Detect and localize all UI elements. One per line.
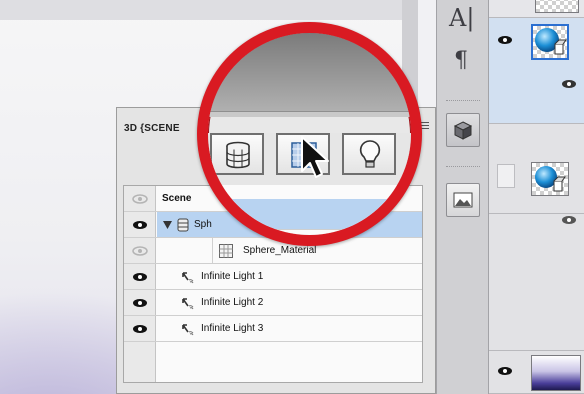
layers-panel	[489, 0, 584, 394]
visibility-toggle[interactable]	[124, 186, 156, 211]
light-label: Infinite Light 3	[201, 323, 264, 334]
expand-triangle-icon[interactable]	[163, 221, 172, 229]
layer-row[interactable]	[489, 0, 584, 18]
visibility-toggle[interactable]	[124, 212, 156, 237]
light-label: Infinite Light 1	[201, 271, 264, 282]
filter-lights-button[interactable]	[342, 133, 396, 175]
magnified-panel-header	[208, 33, 411, 117]
dock-grip[interactable]	[446, 100, 480, 101]
landscape-image-icon	[453, 192, 473, 208]
3d-panel-button[interactable]	[446, 113, 480, 147]
infinite-light-icon	[182, 298, 194, 310]
eye-icon	[133, 299, 147, 307]
eye-icon	[133, 325, 147, 333]
visibility-toggle-empty[interactable]	[497, 164, 515, 188]
eye-icon-dimmed	[132, 246, 148, 256]
sphere-thumbnail-icon	[535, 28, 567, 55]
character-panel-icon[interactable]: A|	[449, 4, 474, 32]
eye-icon[interactable]	[497, 34, 513, 46]
infinite-light-icon	[182, 272, 194, 284]
dock-grip[interactable]	[446, 166, 480, 167]
scene-filter-icon	[226, 141, 250, 169]
3d-layer-thumbnail	[531, 162, 569, 196]
empty-eye-column	[124, 342, 156, 382]
eye-icon-dimmed	[132, 194, 148, 204]
light-filter-icon	[359, 140, 381, 168]
light-row-2[interactable]: Infinite Light 2	[124, 290, 422, 316]
3d-cube-icon	[453, 121, 473, 140]
layer-row[interactable]	[489, 158, 584, 224]
panel-title: 3D {SCENE	[124, 123, 180, 134]
eye-icon	[133, 221, 147, 229]
visibility-toggle[interactable]	[124, 316, 156, 341]
canvas-top-band	[0, 0, 418, 20]
layer-row-3d-selected[interactable]	[489, 18, 584, 124]
panel-dock-strip: A| ¶	[436, 0, 489, 394]
eye-icon[interactable]	[561, 78, 577, 90]
visibility-toggle[interactable]	[124, 290, 156, 315]
material-icon	[219, 244, 233, 258]
infinite-light-icon	[182, 324, 194, 336]
3d-layer-thumbnail	[531, 24, 569, 60]
magnifier-callout	[197, 22, 422, 246]
mouse-pointer-icon	[301, 136, 329, 178]
light-row-3[interactable]: Infinite Light 3	[124, 316, 422, 342]
visibility-toggle[interactable]	[124, 238, 156, 263]
material-label: Sphere_Material	[243, 245, 317, 256]
paragraph-panel-icon[interactable]: ¶	[454, 48, 468, 73]
mesh-icon	[177, 218, 189, 232]
sphere-thumbnail-icon	[535, 166, 566, 192]
visibility-toggle[interactable]	[124, 264, 156, 289]
eye-icon[interactable]	[561, 214, 577, 226]
material-row[interactable]: Sphere_Material	[124, 238, 422, 264]
layer-thumbnail	[535, 0, 579, 13]
eye-icon[interactable]	[497, 365, 513, 377]
scene-label: Scene	[162, 193, 192, 204]
light-label: Infinite Light 2	[201, 297, 264, 308]
filter-whole-scene-button[interactable]	[210, 133, 264, 175]
light-row-1[interactable]: Infinite Light 1	[124, 264, 422, 290]
eye-icon	[133, 273, 147, 281]
image-panel-button[interactable]	[446, 183, 480, 217]
layer-row[interactable]	[489, 350, 584, 394]
gradient-layer-thumbnail	[531, 355, 581, 391]
